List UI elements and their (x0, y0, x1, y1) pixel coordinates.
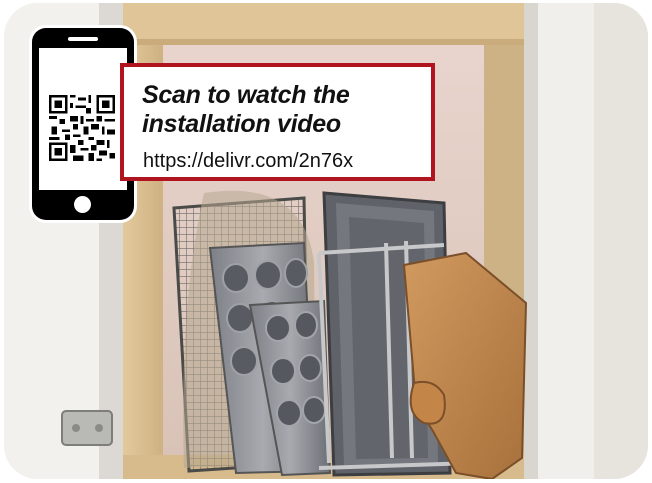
phone-screen (39, 48, 127, 190)
product-photo-frame: Scan to watch the installation video htt… (4, 3, 648, 479)
callout-headline: Scan to watch the installation video (142, 81, 432, 139)
phone-speaker (68, 37, 98, 41)
qr-code-icon[interactable] (49, 95, 115, 161)
smartphone-icon (32, 28, 134, 220)
headline-line-2: installation video (142, 110, 341, 138)
phone-home-button (74, 196, 91, 213)
headline-line-1: Scan to watch the (142, 81, 350, 109)
video-url-link[interactable]: https://delivr.com/2n76x (143, 150, 353, 172)
install-video-callout: Scan to watch the installation video htt… (120, 63, 435, 181)
